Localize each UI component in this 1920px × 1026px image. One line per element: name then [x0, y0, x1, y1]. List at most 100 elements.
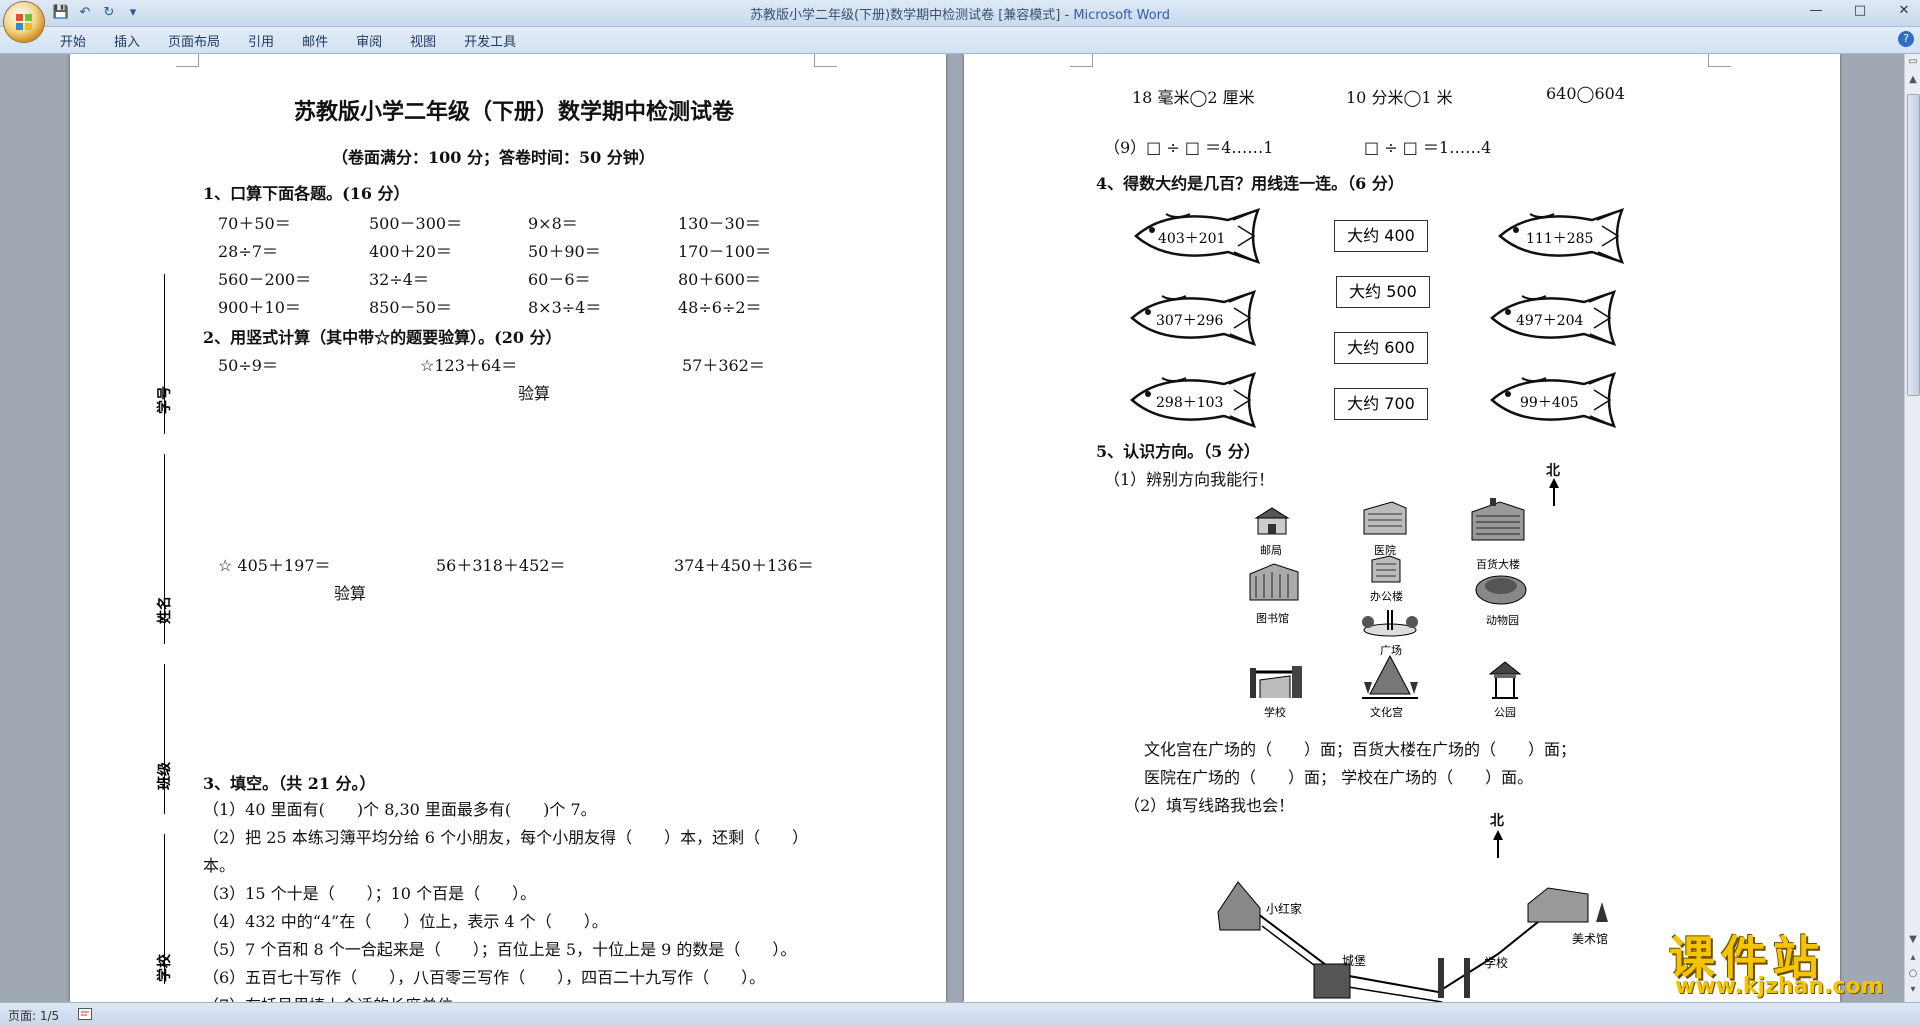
calc-item: 850－50＝	[369, 298, 452, 317]
status-bar: 页面: 1/5	[0, 1002, 1920, 1026]
school-icon	[1250, 666, 1302, 698]
tab-view[interactable]: 视图	[410, 31, 436, 50]
office-button[interactable]	[4, 2, 44, 42]
building-label: 公园	[1494, 706, 1516, 719]
document-page-2: 18 毫米◯2 厘米 10 分米◯1 米 640◯604 （9）□ ÷ □ ＝4…	[964, 54, 1840, 1002]
building-label: 图书馆	[1256, 612, 1289, 625]
proofing-icon[interactable]	[78, 1008, 92, 1020]
post-office-icon	[1254, 507, 1290, 535]
calc-item: 32÷4＝	[369, 270, 429, 289]
crop-mark	[176, 54, 199, 67]
calc-item: 70＋50＝	[218, 214, 291, 233]
ribbon-tabs: 开始 插入 页面布局 引用 邮件 审阅 视图 开发工具	[60, 31, 516, 50]
division-item: （9）□ ÷ □ ＝4……1	[1104, 138, 1274, 157]
fill-item: （5）7 个百和 8 个一合起来是（ ）；百位上是 5，十位上是 9 的数是（ …	[203, 940, 797, 959]
crop-mark	[1070, 54, 1093, 67]
department-store-icon	[1471, 498, 1525, 541]
tab-review[interactable]: 审阅	[356, 31, 382, 50]
calc-item: 8×3÷4＝	[528, 298, 602, 317]
scroll-thumb[interactable]	[1907, 94, 1920, 396]
division-item: □ ÷ □ ＝1……4	[1364, 138, 1492, 157]
app-name: Microsoft Word	[1073, 8, 1171, 23]
ruler-icon[interactable]: ▭	[1907, 56, 1919, 68]
fill-item: （3）15 个十是（ ）；10 个百是（ ）。	[203, 884, 537, 903]
section-2-heading: 2、用竖式计算（其中带☆的题要验算）。(20 分）	[203, 328, 562, 347]
tab-mailings[interactable]: 邮件	[302, 31, 328, 50]
building-label: 邮局	[1260, 544, 1282, 557]
section-5-sub2: （2）填写线路我也会！	[1124, 796, 1295, 815]
direction-question-2: 医院在广场的（ ）面； 学校在广场的（ ）面。	[1144, 768, 1534, 787]
ribbon: 开始 插入 页面布局 引用 邮件 审阅 视图 开发工具 ?	[0, 27, 1920, 54]
fish-expression: 307＋296	[1156, 313, 1224, 329]
compare-item: 640◯604	[1546, 84, 1625, 103]
estimate-box: 大约 700	[1334, 388, 1428, 420]
minimize-button[interactable]: —	[1804, 2, 1828, 20]
north-label: 北	[1546, 463, 1560, 479]
section-4-heading: 4、得数大约是几百？用线连一连。（6 分）	[1096, 174, 1404, 193]
map-label: 城堡	[1342, 954, 1367, 968]
section-5-heading: 5、认识方向。（5 分）	[1096, 442, 1260, 461]
title-bar: 💾 ↶ ↻ ▾ 苏教版小学二年级(下册)数学期中检测试卷 [兼容模式] - Mi…	[0, 0, 1920, 42]
calc-item: 130－30＝	[678, 214, 761, 233]
map-label: 学校	[1484, 956, 1509, 970]
calc-item: 9×8＝	[528, 214, 578, 233]
zoo-icon	[1475, 575, 1527, 605]
building-label: 学校	[1264, 706, 1286, 719]
section-3-heading: 3、填空。（共 21 分。）	[203, 774, 376, 793]
tab-home[interactable]: 开始	[60, 31, 86, 50]
watermark-url: www.kjzhan.com	[1675, 974, 1884, 999]
select-browse-object-icon[interactable]: ○	[1907, 968, 1919, 980]
vertical-calc-item: 374＋450＋136＝	[674, 556, 814, 575]
building-label: 动物园	[1486, 614, 1519, 627]
help-icon[interactable]: ?	[1898, 31, 1914, 47]
document-workspace: 苏教版小学二年级（下册）数学期中检测试卷 （卷面满分：100 分；答卷时间：50…	[0, 54, 1904, 1002]
building-label: 办公楼	[1370, 590, 1403, 603]
fish-expression: 111＋285	[1526, 231, 1594, 247]
north-arrow-icon	[1493, 830, 1503, 858]
fish-expression: 99＋405	[1520, 395, 1579, 411]
fill-item: （7）在括号里填上合适的长度单位。	[203, 992, 469, 1002]
window-title: 苏教版小学二年级(下册)数学期中检测试卷 [兼容模式] - Microsoft …	[0, 4, 1920, 23]
tab-insert[interactable]: 插入	[114, 31, 140, 50]
crop-mark	[814, 54, 837, 67]
school-label: 学校	[157, 954, 173, 982]
document-page-1: 苏教版小学二年级（下册）数学期中检测试卷 （卷面满分：100 分；答卷时间：50…	[70, 54, 946, 1002]
estimate-box: 大约 400	[1334, 220, 1428, 252]
fill-item: （6）五百七十写作（ ），八百零三写作（ ），四百二十九写作（ ）。	[203, 968, 766, 987]
fill-item: （2）把 25 本练习簿平均分给 6 个小朋友，每个小朋友得（ ）本，还剩（ ）	[203, 828, 809, 847]
calc-item: 900＋10＝	[218, 298, 301, 317]
north-arrow-icon	[1549, 478, 1559, 506]
tab-developer[interactable]: 开发工具	[464, 31, 516, 50]
tab-page-layout[interactable]: 页面布局	[168, 31, 220, 50]
calc-item: 28÷7＝	[218, 242, 278, 261]
maximize-button[interactable]: □	[1848, 2, 1872, 20]
fill-item: （1）40 里面有( )个 8,30 里面最多有( )个 7。	[203, 800, 597, 819]
map-label: 小红家	[1266, 902, 1303, 916]
section-1-heading: 1、口算下面各题。(16 分）	[203, 184, 410, 203]
calc-item: 80＋600＝	[678, 270, 761, 289]
vertical-calc-item: 57＋362＝	[682, 356, 765, 375]
check-label: 验算	[334, 584, 367, 603]
estimate-box: 大约 500	[1336, 276, 1430, 308]
scroll-down-icon[interactable]: ▼	[1907, 934, 1919, 946]
tab-references[interactable]: 引用	[248, 31, 274, 50]
student-number-label: 学号	[157, 386, 173, 414]
prev-page-icon[interactable]: ▴	[1907, 952, 1919, 964]
scroll-up-icon[interactable]: ▲	[1907, 74, 1919, 86]
fish-expression: 403＋201	[1158, 231, 1226, 247]
close-button[interactable]: ✕	[1892, 2, 1916, 20]
calc-item: 48÷6÷2＝	[678, 298, 762, 317]
square-icon	[1362, 610, 1418, 637]
watermark-logo: 课件站 www.kjzhan.com	[1665, 922, 1905, 1002]
window-controls: — □ ✕	[1804, 2, 1916, 20]
map-label: 美术馆	[1572, 932, 1609, 946]
vertical-scrollbar[interactable]: ▭ ▲ ▼ ▴ ○ ▾	[1904, 54, 1920, 1002]
direction-question-1: 文化宫在广场的（ ）面；百货大楼在广场的（ ）面；	[1144, 740, 1577, 759]
vertical-calc-item: 50÷9＝	[218, 356, 278, 375]
page-indicator[interactable]: 页面: 1/5	[8, 1007, 59, 1024]
next-page-icon[interactable]: ▾	[1907, 984, 1919, 996]
vertical-calc-item: 56＋318＋452＝	[436, 556, 566, 575]
building-label: 文化宫	[1370, 706, 1403, 719]
route-map-illustration	[1217, 881, 1608, 1002]
calc-item: 500－300＝	[369, 214, 463, 233]
